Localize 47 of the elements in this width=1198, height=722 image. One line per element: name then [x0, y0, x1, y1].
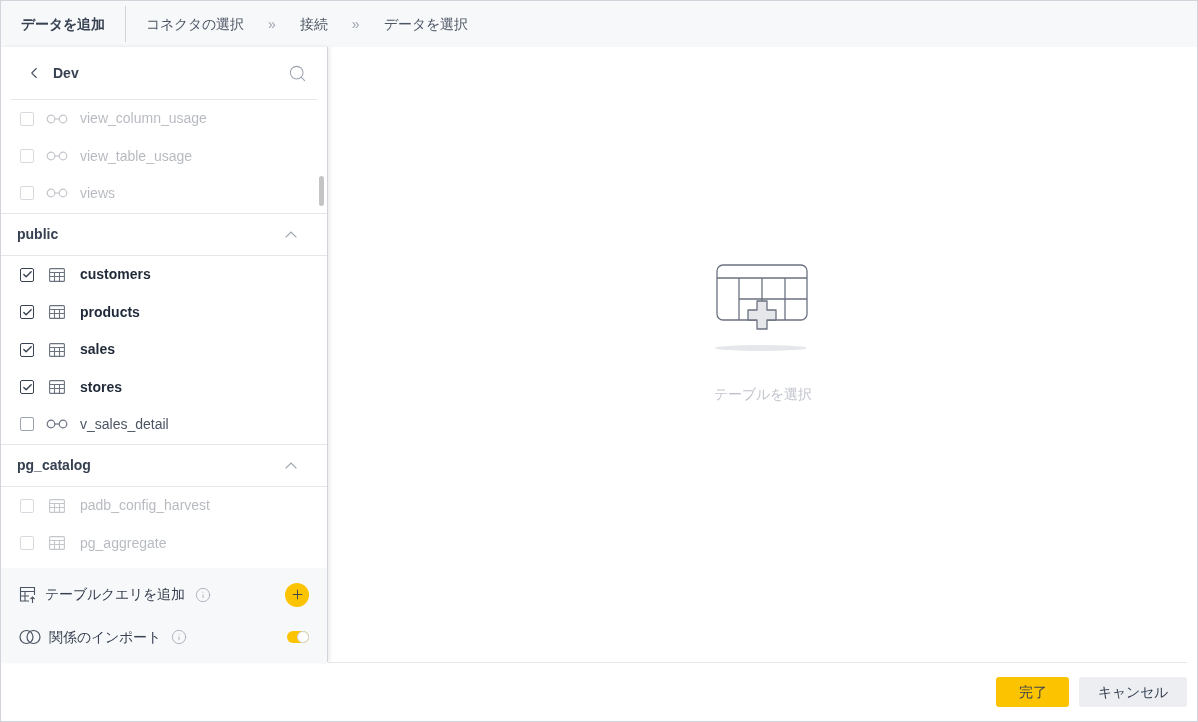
- schema-header[interactable]: public: [1, 213, 327, 257]
- dialog-title: データを追加: [1, 6, 126, 42]
- table-name[interactable]: products: [80, 301, 140, 323]
- plus-icon: [289, 587, 305, 602]
- table-name[interactable]: customers: [80, 264, 151, 286]
- table-name[interactable]: sales: [80, 339, 116, 361]
- option-label: テーブルクエリを追加: [45, 585, 185, 604]
- back-button[interactable]: Dev: [11, 62, 79, 84]
- cancel-button[interactable]: キャンセル: [1079, 677, 1187, 707]
- schema-header[interactable]: pg_catalog: [1, 444, 327, 488]
- toggle-switch[interactable]: [287, 631, 309, 643]
- table-icon: [49, 498, 65, 513]
- search-icon[interactable]: [288, 63, 307, 83]
- option-label: 関係のインポート: [49, 627, 161, 647]
- check-icon: [21, 381, 33, 393]
- table-name[interactable]: stores: [80, 376, 123, 398]
- info-icon[interactable]: [195, 586, 211, 603]
- empty-state-message: テーブルを選択: [713, 385, 812, 404]
- checkbox[interactable]: [20, 380, 34, 395]
- table-icon: [49, 536, 65, 551]
- glasses-icon: [46, 188, 68, 199]
- done-button[interactable]: 完了: [996, 677, 1069, 707]
- add-button[interactable]: [285, 582, 309, 607]
- check-icon: [21, 306, 33, 318]
- glasses-icon: [46, 113, 68, 124]
- checkbox[interactable]: [20, 305, 34, 320]
- chevron-icon: [285, 231, 297, 239]
- breadcrumb-step: 接続: [299, 13, 328, 35]
- checkbox[interactable]: [20, 342, 34, 357]
- checkbox[interactable]: [20, 417, 34, 432]
- breadcrumb-step: コネクタの選択: [126, 13, 244, 35]
- checkbox[interactable]: [20, 267, 34, 282]
- table-icon: [49, 380, 65, 395]
- glasses-icon: [46, 151, 68, 162]
- scrollbar-thumb[interactable]: [319, 176, 324, 206]
- glasses-icon: [46, 419, 68, 430]
- step-separator: »: [350, 14, 361, 34]
- table-icon: [49, 267, 65, 282]
- table-name[interactable]: v_sales_detail: [80, 413, 169, 435]
- step-separator: »: [267, 14, 277, 34]
- breadcrumb-step: データを選択: [383, 13, 468, 35]
- table-upload-icon: [19, 585, 37, 604]
- info-icon[interactable]: [171, 629, 187, 645]
- table-icon: [49, 342, 65, 357]
- chevron-icon: [285, 462, 297, 470]
- table-icon: [49, 305, 65, 320]
- overlapping-circles-icon: [19, 629, 41, 645]
